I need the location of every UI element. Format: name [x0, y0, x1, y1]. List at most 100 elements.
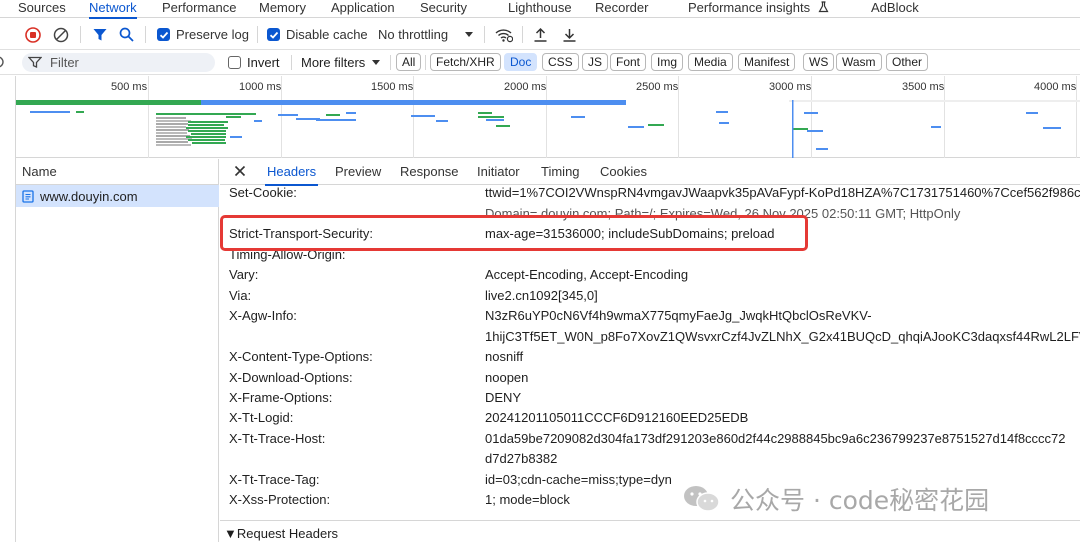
- type-filter-wasm[interactable]: Wasm: [836, 53, 882, 71]
- network-conditions-icon[interactable]: [495, 19, 513, 50]
- throttling-select[interactable]: No throttling: [378, 19, 474, 50]
- tab-security[interactable]: Security: [420, 0, 467, 18]
- filter-funnel-icon: [28, 56, 42, 68]
- timeline-overview[interactable]: 500 ms 1000 ms 1500 ms 2000 ms 2500 ms 3…: [16, 76, 1080, 158]
- type-filter-font[interactable]: Font: [610, 53, 647, 71]
- devtools-tab-bar: Sources Network Performance Memory Appli…: [0, 0, 1080, 19]
- toolbar-divider: [257, 26, 258, 43]
- checkbox-unchecked-icon: [228, 56, 241, 69]
- header-value: noopen: [485, 370, 529, 385]
- toolbar-divider: [145, 26, 146, 43]
- toolbar-divider: [522, 26, 523, 43]
- filter-divider: [390, 55, 391, 70]
- tab-sources[interactable]: Sources: [18, 0, 66, 18]
- tab-cookies[interactable]: Cookies: [600, 159, 647, 185]
- request-headers-section-toggle[interactable]: ▼Request Headers: [224, 526, 338, 541]
- header-value: N3zR6uYP0cN6Vf4h9wmaX775qmyFaeJg_JwqkHtQ…: [485, 308, 872, 323]
- hsts-highlight-box: [220, 215, 808, 251]
- tab-timing[interactable]: Timing: [541, 159, 580, 185]
- clear-icon[interactable]: [53, 19, 69, 50]
- header-name: X-Frame-Options:: [229, 390, 333, 405]
- header-value: nosniff: [485, 349, 524, 364]
- tab-recorder[interactable]: Recorder: [595, 0, 648, 18]
- header-value: DENY: [485, 390, 522, 405]
- header-name: X-Xss-Protection:: [229, 492, 331, 507]
- name-column-header[interactable]: Name: [16, 159, 219, 185]
- header-name: X-Tt-Trace-Tag:: [229, 472, 320, 487]
- filter-divider: [425, 55, 426, 70]
- detail-tab-bar: Headers Preview Response Initiator Timin…: [220, 159, 1080, 186]
- type-filter-js[interactable]: JS: [582, 53, 609, 71]
- record-stop-icon[interactable]: [25, 19, 41, 50]
- header-value: 20241201105011CCCF6D912160EED25EDB: [485, 410, 749, 425]
- type-filter-fetch-xhr[interactable]: Fetch/XHR: [430, 53, 501, 71]
- header-value: 01da59be7209082d304fa173df291203e860d2f4…: [485, 431, 1066, 446]
- header-name: X-Tt-Logid:: [229, 410, 294, 425]
- tab-network[interactable]: Network: [89, 0, 137, 19]
- dropdown-arrow-icon: [465, 31, 474, 37]
- more-filters-label: More filters: [301, 55, 366, 70]
- header-value: 1hijC3Tf5ET_W0N_p8Fo7XovZ1QWsvxrCzf4JvZL…: [485, 329, 1080, 344]
- tab-headers[interactable]: Headers: [264, 159, 319, 186]
- type-filter-other[interactable]: Other: [886, 53, 929, 71]
- type-filter-doc[interactable]: Doc: [504, 53, 538, 71]
- search-icon[interactable]: [119, 19, 134, 50]
- tab-lighthouse[interactable]: Lighthouse: [508, 0, 572, 18]
- type-filter-manifest[interactable]: Manifest: [738, 53, 796, 71]
- tab-preview[interactable]: Preview: [335, 159, 381, 185]
- tab-performance[interactable]: Performance: [162, 0, 236, 18]
- checkbox-checked-icon: [267, 28, 280, 41]
- header-value: live2.cn1092[345,0]: [485, 288, 598, 303]
- tab-adblock[interactable]: AdBlock: [871, 0, 919, 18]
- type-filter-css[interactable]: CSS: [542, 53, 579, 71]
- header-name: Set-Cookie:: [229, 185, 297, 200]
- header-name: Via:: [229, 288, 252, 303]
- import-har-icon[interactable]: [533, 19, 548, 50]
- response-headers-list: Set-Cookie: ttwid=1%7COI2VWnspRN4vmgavJW…: [220, 185, 1080, 518]
- waterfall-overview-graphic: [16, 100, 1080, 158]
- filter-input[interactable]: Filter: [22, 53, 215, 72]
- section-divider: [220, 520, 1080, 521]
- watermark: 公众号 · code秘密花园: [682, 481, 989, 517]
- type-filter-all[interactable]: All: [396, 53, 422, 71]
- header-value: Accept-Encoding, Accept-Encoding: [485, 267, 689, 282]
- watermark-text: 公众号 · code秘密花园: [730, 486, 990, 515]
- type-filter-ws[interactable]: WS: [803, 53, 835, 71]
- header-name: X-Download-Options:: [229, 370, 353, 385]
- left-gutter: [0, 76, 16, 542]
- tab-response[interactable]: Response: [400, 159, 459, 185]
- filter-divider: [291, 55, 292, 70]
- close-icon[interactable]: [234, 165, 246, 180]
- tab-application[interactable]: Application: [331, 0, 395, 18]
- preserve-log-checkbox[interactable]: Preserve log: [157, 19, 249, 50]
- tab-memory[interactable]: Memory: [259, 0, 306, 18]
- filter-placeholder: Filter: [50, 55, 79, 70]
- request-name: www.douyin.com: [40, 188, 138, 204]
- flask-icon: [818, 1, 829, 13]
- request-row[interactable]: www.douyin.com: [16, 185, 219, 207]
- invert-checkbox[interactable]: Invert: [228, 55, 280, 70]
- panel-toggle-icon[interactable]: [0, 19, 5, 50]
- tab-initiator[interactable]: Initiator: [477, 159, 520, 185]
- type-filter-img[interactable]: Img: [651, 53, 684, 71]
- preserve-log-label: Preserve log: [176, 27, 249, 42]
- tab-performance-insights[interactable]: Performance insights: [688, 0, 829, 18]
- toolbar-divider: [484, 26, 485, 43]
- request-list-panel: Name www.douyin.com: [16, 159, 219, 542]
- header-name: Vary:: [229, 267, 259, 282]
- header-name: X-Tt-Trace-Host:: [229, 431, 326, 446]
- toolbar-divider: [80, 26, 81, 43]
- tab-performance-insights-label: Performance insights: [688, 0, 811, 15]
- type-filter-media[interactable]: Media: [688, 53, 733, 71]
- more-filters-dropdown[interactable]: More filters: [301, 55, 381, 70]
- export-har-icon[interactable]: [562, 19, 577, 50]
- invert-label: Invert: [247, 55, 280, 70]
- network-toolbar: Preserve log Disable cache No throttling: [0, 19, 1080, 50]
- filter-funnel-icon[interactable]: [92, 19, 108, 50]
- dropdown-arrow-icon: [372, 59, 381, 65]
- settings-partial-icon[interactable]: [0, 54, 6, 73]
- header-value: d7d27b8382: [485, 451, 558, 466]
- disable-cache-checkbox[interactable]: Disable cache: [267, 19, 368, 50]
- header-value: 1; mode=block: [485, 492, 570, 507]
- throttling-value: No throttling: [378, 27, 449, 42]
